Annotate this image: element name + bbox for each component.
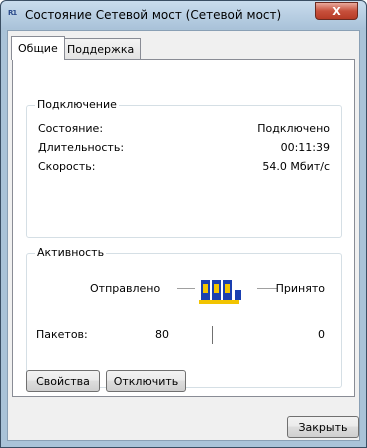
duration-label: Длительность: (38, 141, 125, 154)
window-close-button[interactable]: X (315, 2, 358, 20)
speed-value: 54.0 Мбит/с (262, 160, 330, 173)
duration-value: 00:11:39 (280, 141, 330, 154)
properties-button[interactable]: Свойства (26, 370, 100, 392)
dialog-body: Общие Поддержка Подключение Состояние: П… (7, 30, 360, 441)
speed-label: Скорость: (38, 160, 96, 173)
status-label: Состояние: (38, 122, 104, 135)
close-button-label: Закрыть (298, 420, 348, 434)
packets-divider (212, 326, 213, 344)
packets-label: Пакетов: (36, 328, 88, 341)
network-bridge-icon: R1 (8, 9, 17, 17)
tab-panel-general: Подключение Состояние: Подключено Длител… (12, 59, 355, 397)
close-button[interactable]: Закрыть (287, 416, 359, 438)
packets-received-value: 0 (318, 328, 325, 341)
title-bar[interactable]: R1 Состояние Сетевой мост (Сетевой мост)… (1, 1, 366, 29)
sent-line (177, 288, 195, 289)
properties-button-label: Свойства (36, 374, 90, 388)
packets-sent-value: 80 (155, 328, 169, 341)
sent-label: Отправлено (90, 282, 161, 295)
activity-group-label: Активность (35, 246, 107, 259)
tab-support[interactable]: Поддержка (60, 38, 142, 59)
received-line (257, 288, 277, 289)
tab-general-label: Общие (18, 42, 58, 55)
status-dialog-window: R1 Состояние Сетевой мост (Сетевой мост)… (0, 0, 367, 448)
network-activity-icon (199, 280, 241, 304)
status-value: Подключено (257, 122, 330, 135)
window-title: Состояние Сетевой мост (Сетевой мост) (25, 8, 282, 22)
connection-group: Подключение Состояние: Подключено Длител… (26, 98, 342, 238)
received-label: Принято (275, 282, 325, 295)
close-icon: X (332, 4, 341, 18)
connection-group-label: Подключение (35, 98, 119, 111)
tab-support-label: Поддержка (67, 42, 135, 56)
disable-button-label: Отключить (113, 374, 179, 388)
activity-group: Активность Отправлено Принято Пакетов: 8 (26, 246, 342, 388)
disable-button[interactable]: Отключить (106, 370, 186, 392)
tab-general[interactable]: Общие (11, 36, 65, 60)
